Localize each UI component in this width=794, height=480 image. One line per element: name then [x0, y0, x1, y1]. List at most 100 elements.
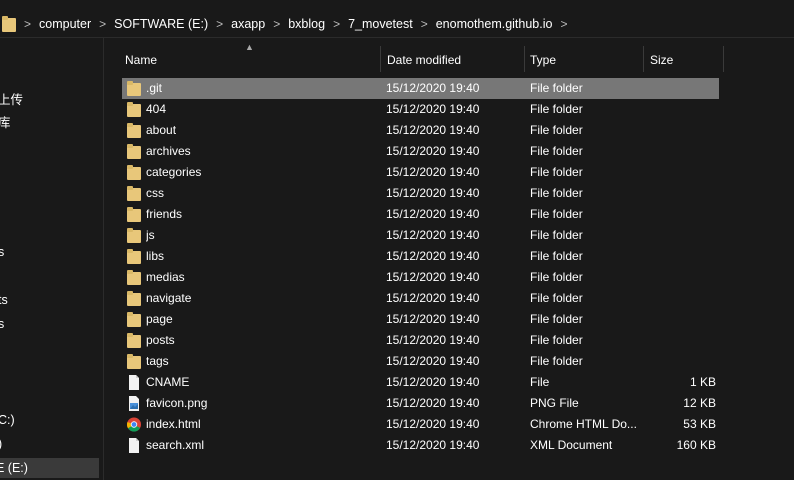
nav-item[interactable]: ts	[0, 290, 8, 310]
chevron-right-icon[interactable]: >	[331, 17, 342, 31]
nav-item[interactable]: )	[0, 434, 2, 454]
file-date-modified: 15/12/2020 19:40	[386, 186, 480, 200]
address-bar[interactable]: > computer > SOFTWARE (E:) > axapp > bxblog >7_m…	[0, 0, 794, 38]
file-size	[636, 78, 716, 99]
nav-item[interactable]: 上传	[0, 90, 23, 110]
breadcrumb-item[interactable]: axapp	[225, 17, 271, 31]
file-size	[636, 162, 716, 183]
file-date-modified: 15/12/2020 19:40	[386, 249, 480, 263]
file-date-modified: 15/12/2020 19:40	[386, 291, 480, 305]
chevron-right-icon[interactable]: >	[271, 17, 282, 31]
nav-item[interactable]: s	[0, 314, 4, 334]
file-row[interactable]: favicon.png 15/12/2020 19:40 PNG File 12 KB	[122, 393, 719, 414]
nav-item[interactable]: s	[0, 242, 4, 262]
file-size	[636, 267, 716, 288]
chevron-right-icon[interactable]: >	[558, 17, 569, 31]
chevron-right-icon[interactable]: >	[97, 17, 108, 31]
chevron-right-icon[interactable]: >	[22, 17, 33, 31]
file-row[interactable]: js 15/12/2020 19:40 File folder	[122, 225, 719, 246]
file-row[interactable]: libs 15/12/2020 19:40 File folder	[122, 246, 719, 267]
file-row[interactable]: archives 15/12/2020 19:40 File folder	[122, 141, 719, 162]
file-row[interactable]: categories 15/12/2020 19:40 File folder	[122, 162, 719, 183]
file-row[interactable]: about 15/12/2020 19:40 File folder	[122, 120, 719, 141]
file-size	[636, 141, 716, 162]
file-date-modified: 15/12/2020 19:40	[386, 207, 480, 221]
file-row[interactable]: navigate 15/12/2020 19:40 File folder	[122, 288, 719, 309]
file-date-modified: 15/12/2020 19:40	[386, 228, 480, 242]
file-type: XML Document	[530, 438, 613, 452]
column-header-name[interactable]: Name	[119, 46, 381, 72]
file-name: .git	[146, 81, 163, 95]
breadcrumb-item[interactable]: computer	[33, 17, 97, 31]
file-name: posts	[146, 333, 175, 347]
column-header-type[interactable]: Type	[524, 46, 644, 72]
file-row[interactable]: .git 15/12/2020 19:40 File folder	[122, 78, 719, 99]
folder-icon	[127, 354, 141, 369]
file-name: js	[146, 228, 155, 242]
file-row[interactable]: posts 15/12/2020 19:40 File folder	[122, 330, 719, 351]
file-row[interactable]: CNAME 15/12/2020 19:40 File 1 KB	[122, 372, 719, 393]
file-type: File	[530, 375, 550, 389]
nav-item[interactable]: 库	[0, 113, 11, 133]
file-type: File folder	[530, 312, 583, 326]
breadcrumb-item[interactable]: bxblog	[282, 17, 331, 31]
file-row[interactable]: 404 15/12/2020 19:40 File folder	[122, 99, 719, 120]
folder-icon	[127, 291, 141, 306]
folder-icon	[127, 207, 141, 222]
file-name: CNAME	[146, 375, 190, 389]
file-size	[636, 225, 716, 246]
nav-item[interactable]: C:)	[0, 410, 15, 430]
file-size: 160 KB	[676, 438, 716, 452]
file-size	[636, 246, 716, 267]
nav-item[interactable]: E (E:)	[0, 458, 99, 478]
file-date-modified: 15/12/2020 19:40	[386, 396, 480, 410]
column-header-bar: ▲ Name Date modified Type Size	[105, 38, 794, 78]
file-type: Chrome HTML Do...	[530, 417, 636, 431]
blank-file-icon	[129, 375, 139, 390]
file-row[interactable]: tags 15/12/2020 19:40 File folder	[122, 351, 719, 372]
breadcrumb-item[interactable]: SOFTWARE (E:)	[108, 17, 214, 31]
file-type: File folder	[530, 270, 583, 284]
column-header-date[interactable]: Date modified	[381, 46, 525, 72]
file-type: File folder	[530, 249, 583, 263]
file-name: favicon.png	[146, 396, 208, 410]
file-type: File folder	[530, 123, 583, 137]
file-row[interactable]: css 15/12/2020 19:40 File folder	[122, 183, 719, 204]
file-row[interactable]: search.xml 15/12/2020 19:40 XML Document 16…	[122, 435, 719, 456]
breadcrumb-item[interactable]: 7_movetest	[342, 17, 419, 31]
image-file-icon	[129, 396, 139, 411]
file-date-modified: 15/12/2020 19:40	[386, 102, 480, 116]
folder-icon	[2, 16, 16, 32]
file-row[interactable]: page 15/12/2020 19:40 File folder	[122, 309, 719, 330]
folder-icon	[127, 312, 141, 327]
file-date-modified: 15/12/2020 19:40	[386, 123, 480, 137]
folder-icon	[127, 249, 141, 264]
folder-icon	[127, 270, 141, 285]
file-size	[636, 99, 716, 120]
folder-icon	[127, 165, 141, 180]
file-row[interactable]: medias 15/12/2020 19:40 File folder	[122, 267, 719, 288]
file-type: File folder	[530, 228, 583, 242]
file-size	[636, 288, 716, 309]
file-date-modified: 15/12/2020 19:40	[386, 438, 480, 452]
folder-icon	[127, 228, 141, 243]
chevron-right-icon[interactable]: >	[419, 17, 430, 31]
chevron-right-icon[interactable]: >	[214, 17, 225, 31]
file-row[interactable]: index.html 15/12/2020 19:40 Chrome HTML Do…	[122, 414, 719, 435]
file-row[interactable]: friends 15/12/2020 19:40 File folder	[122, 204, 719, 225]
breadcrumb-item[interactable]: enomothem.github.io	[430, 17, 559, 31]
file-size: 12 KB	[683, 396, 716, 410]
file-type: File folder	[530, 165, 583, 179]
file-type: File folder	[530, 81, 583, 95]
folder-icon	[127, 81, 141, 96]
file-date-modified: 15/12/2020 19:40	[386, 165, 480, 179]
file-date-modified: 15/12/2020 19:40	[386, 417, 480, 431]
file-name: page	[146, 312, 173, 326]
file-type: File folder	[530, 102, 583, 116]
file-type: File folder	[530, 186, 583, 200]
file-date-modified: 15/12/2020 19:40	[386, 333, 480, 347]
file-date-modified: 15/12/2020 19:40	[386, 81, 480, 95]
file-date-modified: 15/12/2020 19:40	[386, 354, 480, 368]
column-header-size[interactable]: Size	[644, 46, 724, 72]
folder-icon	[127, 333, 141, 348]
